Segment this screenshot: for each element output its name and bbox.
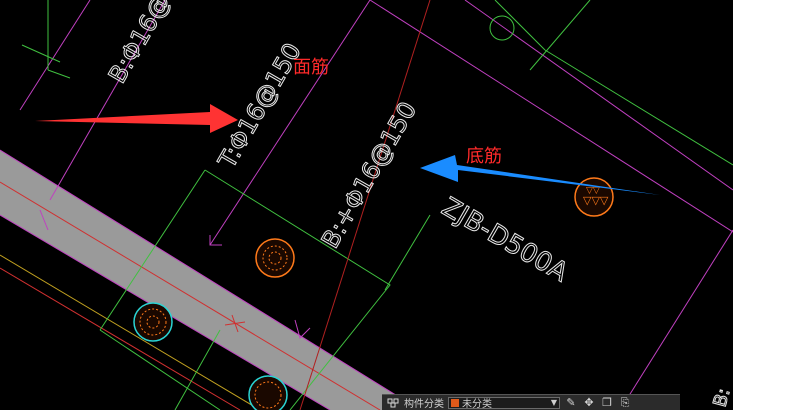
category-swatch — [451, 398, 459, 407]
cad-drawing: ▽▽▽ ▽▽ B:Φ16@150 T:Φ16@150 B:+Φ16@150 ZJ… — [0, 0, 733, 410]
red-arrow — [35, 104, 238, 133]
category-selected-value: 未分类 — [462, 399, 492, 410]
beam-code-label: ZJB-D500A — [437, 192, 574, 288]
svg-text:▽▽: ▽▽ — [586, 186, 600, 196]
blue-arrow — [420, 155, 660, 195]
annotation-top-rebar: 面筋 — [293, 57, 329, 78]
layer-icon[interactable] — [386, 397, 400, 409]
category-select[interactable]: 未分类 ▼ — [448, 396, 560, 410]
chevron-down-icon: ▼ — [550, 398, 557, 407]
cad-drawing-canvas[interactable]: ▽▽▽ ▽▽ B:Φ16@150 T:Φ16@150 B:+Φ16@150 ZJ… — [0, 0, 733, 410]
pile-1 — [255, 238, 295, 278]
paste-icon[interactable]: ⎘ — [618, 396, 632, 409]
window-edge — [733, 0, 797, 410]
copy-icon[interactable]: ❐ — [600, 396, 614, 409]
component-toolbar: 构件分类 未分类 ▼ ✎ ✥ ❐ ⎘ — [382, 394, 680, 410]
corner-text: B: — [710, 386, 733, 409]
annotation-bottom-rebar: 底筋 — [466, 146, 502, 167]
category-label: 构件分类 — [404, 399, 444, 410]
pile-3 — [248, 375, 288, 410]
edit-icon[interactable]: ✎ — [564, 396, 578, 409]
pile-2 — [133, 302, 173, 342]
rebar-label-b-mid: B:+Φ16@150 — [316, 97, 422, 253]
move-icon[interactable]: ✥ — [582, 396, 596, 409]
rebar-label-b-top: B:Φ16@150 — [103, 0, 199, 88]
